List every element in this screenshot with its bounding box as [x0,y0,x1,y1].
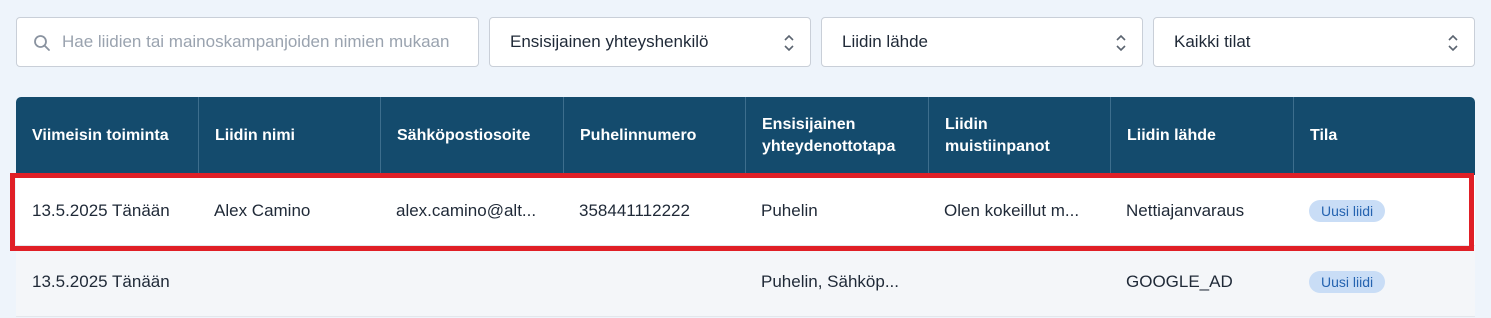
column-header-email[interactable]: Sähköpostiosoite [380,97,563,175]
table-row[interactable]: 13.5.2025 Tänään Alex Camino alex.camino… [16,175,1475,246]
cell-status: Uusi liidi [1293,175,1475,246]
column-header-label: Liidin nimi [215,127,295,144]
column-header-label: Sähköpostiosoite [397,127,531,144]
column-header-notes[interactable]: Liidin muistiinpanot [928,97,1110,175]
column-header-label: Tila [1310,127,1338,144]
column-header-label: Puhelinnumero [580,127,697,144]
cell-contact-method-text: Puhelin, Sähköp... [761,271,899,291]
status-badge: Uusi liidi [1309,270,1386,293]
column-header-contact-method[interactable]: Ensisijainen yhteydenottotapa [745,97,928,175]
column-header-source[interactable]: Liidin lähde [1110,97,1293,175]
cell-email-text: alex.camino@alt... [396,200,537,220]
column-header-label: Viimeisin toiminta [32,127,169,144]
cell-notes [928,246,1110,317]
cell-source: GOOGLE_AD [1126,271,1233,291]
cell-phone: 358441112222 [579,200,690,220]
status-badge: Uusi liidi [1309,199,1386,222]
cell-status: Uusi liidi [1293,246,1475,317]
column-header-last-activity[interactable]: Viimeisin toiminta [16,97,198,175]
column-header-phone[interactable]: Puhelinnumero [563,97,745,175]
lead-source-select-value: Liidin lähde [842,32,929,51]
cell-email [380,246,563,317]
column-header-label: Liidin muistiinpanot [945,116,1050,155]
search-input[interactable] [62,18,462,66]
cell-lead-name: Alex Camino [214,200,311,220]
column-header-lead-name[interactable]: Liidin nimi [198,97,380,175]
column-header-label: Ensisijainen yhteydenottotapa [762,116,896,155]
chevron-updown-icon [784,34,794,52]
table-row[interactable]: 13.5.2025 Tänään Puhelin, Sähköp... GOOG… [16,246,1475,317]
cell-contact-method: Puhelin, Sähköp... [745,246,928,317]
search-icon [34,35,50,51]
cell-notes: Olen kokeillut m... [928,175,1110,246]
cell-source: Nettiajanvaraus [1126,200,1245,220]
leads-table: Viimeisin toiminta Liidin nimi Sähköpost… [16,97,1475,317]
chevron-updown-icon [1116,34,1126,52]
column-header-label: Liidin lähde [1127,127,1216,144]
cell-contact-method: Puhelin [761,200,818,220]
primary-contact-select-value: Ensisijainen yhteyshenkilö [510,32,709,51]
cell-phone [563,246,745,317]
primary-contact-select[interactable]: Ensisijainen yhteyshenkilö [489,17,811,67]
cell-email: alex.camino@alt... [380,175,563,246]
column-header-status[interactable]: Tila [1293,97,1475,175]
search-field[interactable] [16,17,479,67]
status-select[interactable]: Kaikki tilat [1153,17,1475,67]
cell-lead-name [198,246,380,317]
cell-last-activity: 13.5.2025 Tänään [32,271,170,291]
cell-last-activity: 13.5.2025 Tänään [32,200,170,220]
table-header: Viimeisin toiminta Liidin nimi Sähköpost… [16,97,1475,175]
status-select-value: Kaikki tilat [1174,32,1251,51]
cell-notes-text: Olen kokeillut m... [944,200,1080,220]
lead-source-select[interactable]: Liidin lähde [821,17,1143,67]
chevron-updown-icon [1448,34,1458,52]
